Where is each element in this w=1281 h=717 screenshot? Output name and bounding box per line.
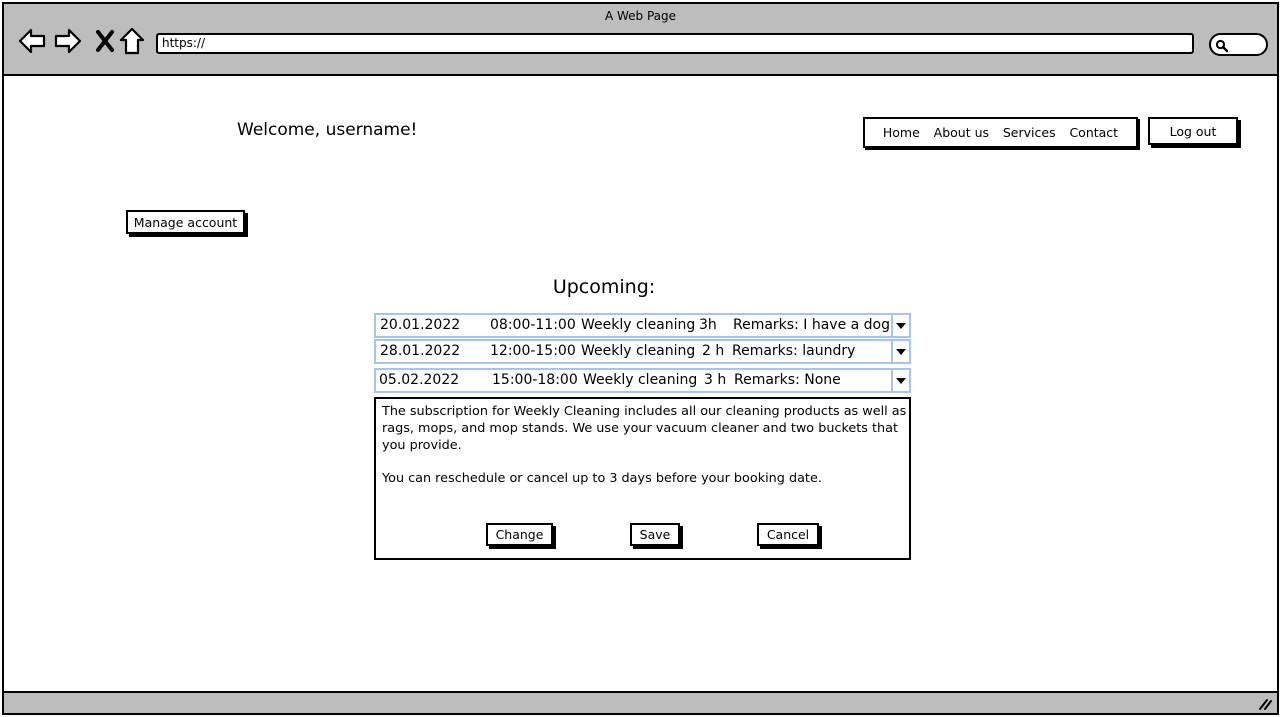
- booking-time: 12:00-15:00: [490, 343, 576, 359]
- cancel-button[interactable]: Cancel: [757, 523, 819, 546]
- booking-date: 20.01.2022: [380, 317, 461, 333]
- resize-grip-icon[interactable]: [1257, 697, 1273, 711]
- booking-service: Weekly cleaning: [583, 372, 698, 388]
- save-button[interactable]: Save: [630, 523, 680, 546]
- booking-row[interactable]: 05.02.2022 15:00-18:00 Weekly cleaning 3…: [374, 368, 911, 393]
- nav-home-link[interactable]: Home: [883, 125, 920, 140]
- booking-time: 15:00-18:00: [492, 372, 578, 388]
- booking-service: Weekly cleaning: [581, 317, 696, 333]
- booking-details-panel: The subscription for Weekly Cleaning inc…: [374, 397, 911, 560]
- browser-statusbar: [4, 691, 1277, 713]
- main-nav: Home About us Services Contact: [863, 117, 1138, 148]
- booking-remarks: Remarks: I have a dog.: [733, 317, 895, 333]
- booking-date: 28.01.2022: [380, 343, 461, 359]
- booking-row[interactable]: 28.01.2022 12:00-15:00 Weekly cleaning 2…: [374, 339, 911, 364]
- manage-account-button[interactable]: Manage account: [126, 210, 245, 234]
- home-icon[interactable]: [117, 26, 147, 56]
- nav-about-link[interactable]: About us: [934, 125, 989, 140]
- logout-button[interactable]: Log out: [1148, 117, 1238, 145]
- browser-titlebar: A Web Page https://: [4, 4, 1277, 76]
- booking-duration: 2 h: [702, 343, 725, 359]
- chevron-down-icon: [896, 322, 906, 329]
- booking-remarks: Remarks: laundry: [732, 343, 856, 359]
- stop-x-icon[interactable]: [90, 26, 120, 56]
- booking-dropdown[interactable]: [891, 370, 909, 391]
- details-policy: You can reschedule or cancel up to 3 day…: [382, 471, 822, 486]
- booking-duration: 3h: [699, 317, 717, 333]
- booking-time: 08:00-11:00: [490, 317, 576, 333]
- booking-remarks: Remarks: None: [734, 372, 841, 388]
- upcoming-heading: Upcoming:: [552, 276, 656, 298]
- back-arrow-icon[interactable]: [17, 26, 47, 56]
- booking-dropdown[interactable]: [891, 315, 909, 336]
- change-button[interactable]: Change: [486, 523, 553, 546]
- search-icon: [1215, 39, 1229, 53]
- url-input[interactable]: https://: [156, 33, 1194, 54]
- chevron-down-icon: [896, 348, 906, 355]
- window-title: A Web Page: [604, 9, 677, 23]
- booking-date: 05.02.2022: [379, 372, 460, 388]
- booking-service: Weekly cleaning: [581, 343, 696, 359]
- booking-duration: 3 h: [704, 372, 727, 388]
- details-description: The subscription for Weekly Cleaning inc…: [382, 404, 907, 453]
- welcome-heading: Welcome, username!: [237, 120, 418, 140]
- nav-services-link[interactable]: Services: [1003, 125, 1056, 140]
- booking-row[interactable]: 20.01.2022 08:00-11:00 Weekly cleaning 3…: [374, 313, 911, 338]
- nav-contact-link[interactable]: Contact: [1069, 125, 1118, 140]
- browser-search-field[interactable]: [1209, 33, 1268, 56]
- browser-window: A Web Page https:// Welcome, username! H…: [2, 2, 1279, 715]
- forward-arrow-icon[interactable]: [53, 26, 83, 56]
- booking-dropdown[interactable]: [891, 341, 909, 362]
- chevron-down-icon: [896, 377, 906, 384]
